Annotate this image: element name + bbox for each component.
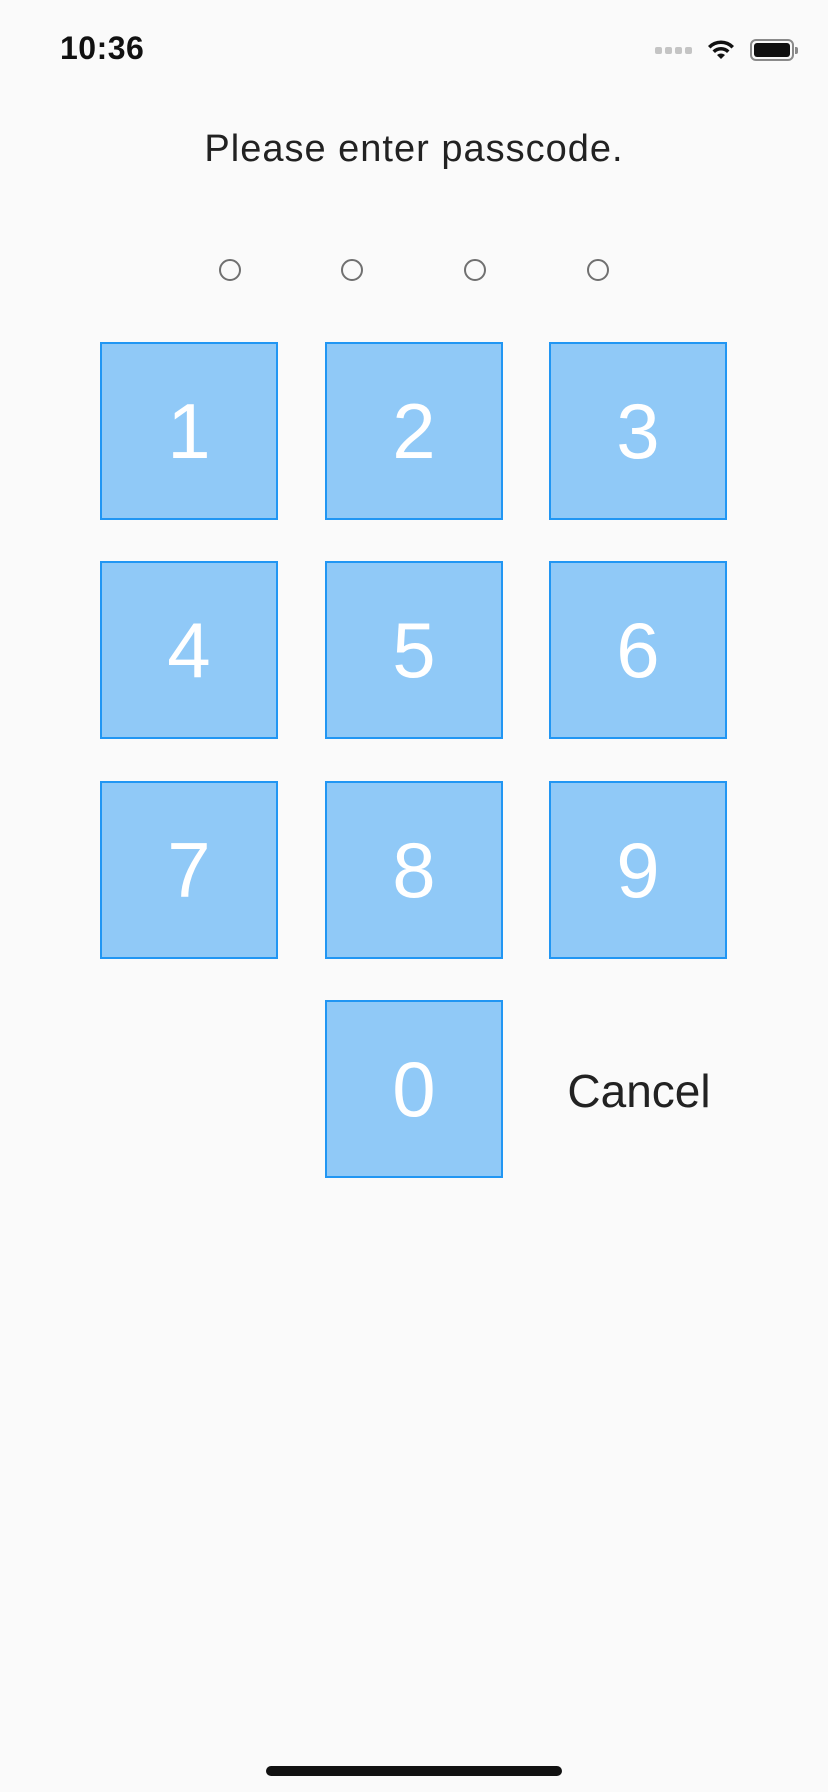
passcode-dot-3 bbox=[464, 259, 486, 281]
wifi-icon bbox=[708, 40, 734, 59]
key-9[interactable]: 9 bbox=[549, 781, 727, 959]
key-3[interactable]: 3 bbox=[549, 342, 727, 520]
passcode-dot-4 bbox=[587, 259, 609, 281]
passcode-dot-1 bbox=[219, 259, 241, 281]
key-2[interactable]: 2 bbox=[325, 342, 503, 520]
signal-dots-icon bbox=[655, 46, 692, 54]
battery-icon bbox=[750, 39, 798, 61]
passcode-prompt: Please enter passcode. bbox=[204, 128, 624, 170]
passcode-dot-2 bbox=[341, 259, 363, 281]
key-5[interactable]: 5 bbox=[325, 561, 503, 739]
key-6[interactable]: 6 bbox=[549, 561, 727, 739]
key-4[interactable]: 4 bbox=[100, 561, 278, 739]
key-7[interactable]: 7 bbox=[100, 781, 278, 959]
status-time: 10:36 bbox=[60, 30, 145, 66]
key-8[interactable]: 8 bbox=[325, 781, 503, 959]
status-bar: 10:36 bbox=[0, 0, 828, 100]
key-0[interactable]: 0 bbox=[325, 1000, 503, 1178]
home-indicator[interactable] bbox=[266, 1766, 562, 1776]
status-icons bbox=[655, 36, 798, 64]
cancel-button[interactable]: Cancel bbox=[550, 1002, 728, 1180]
key-1[interactable]: 1 bbox=[100, 342, 278, 520]
